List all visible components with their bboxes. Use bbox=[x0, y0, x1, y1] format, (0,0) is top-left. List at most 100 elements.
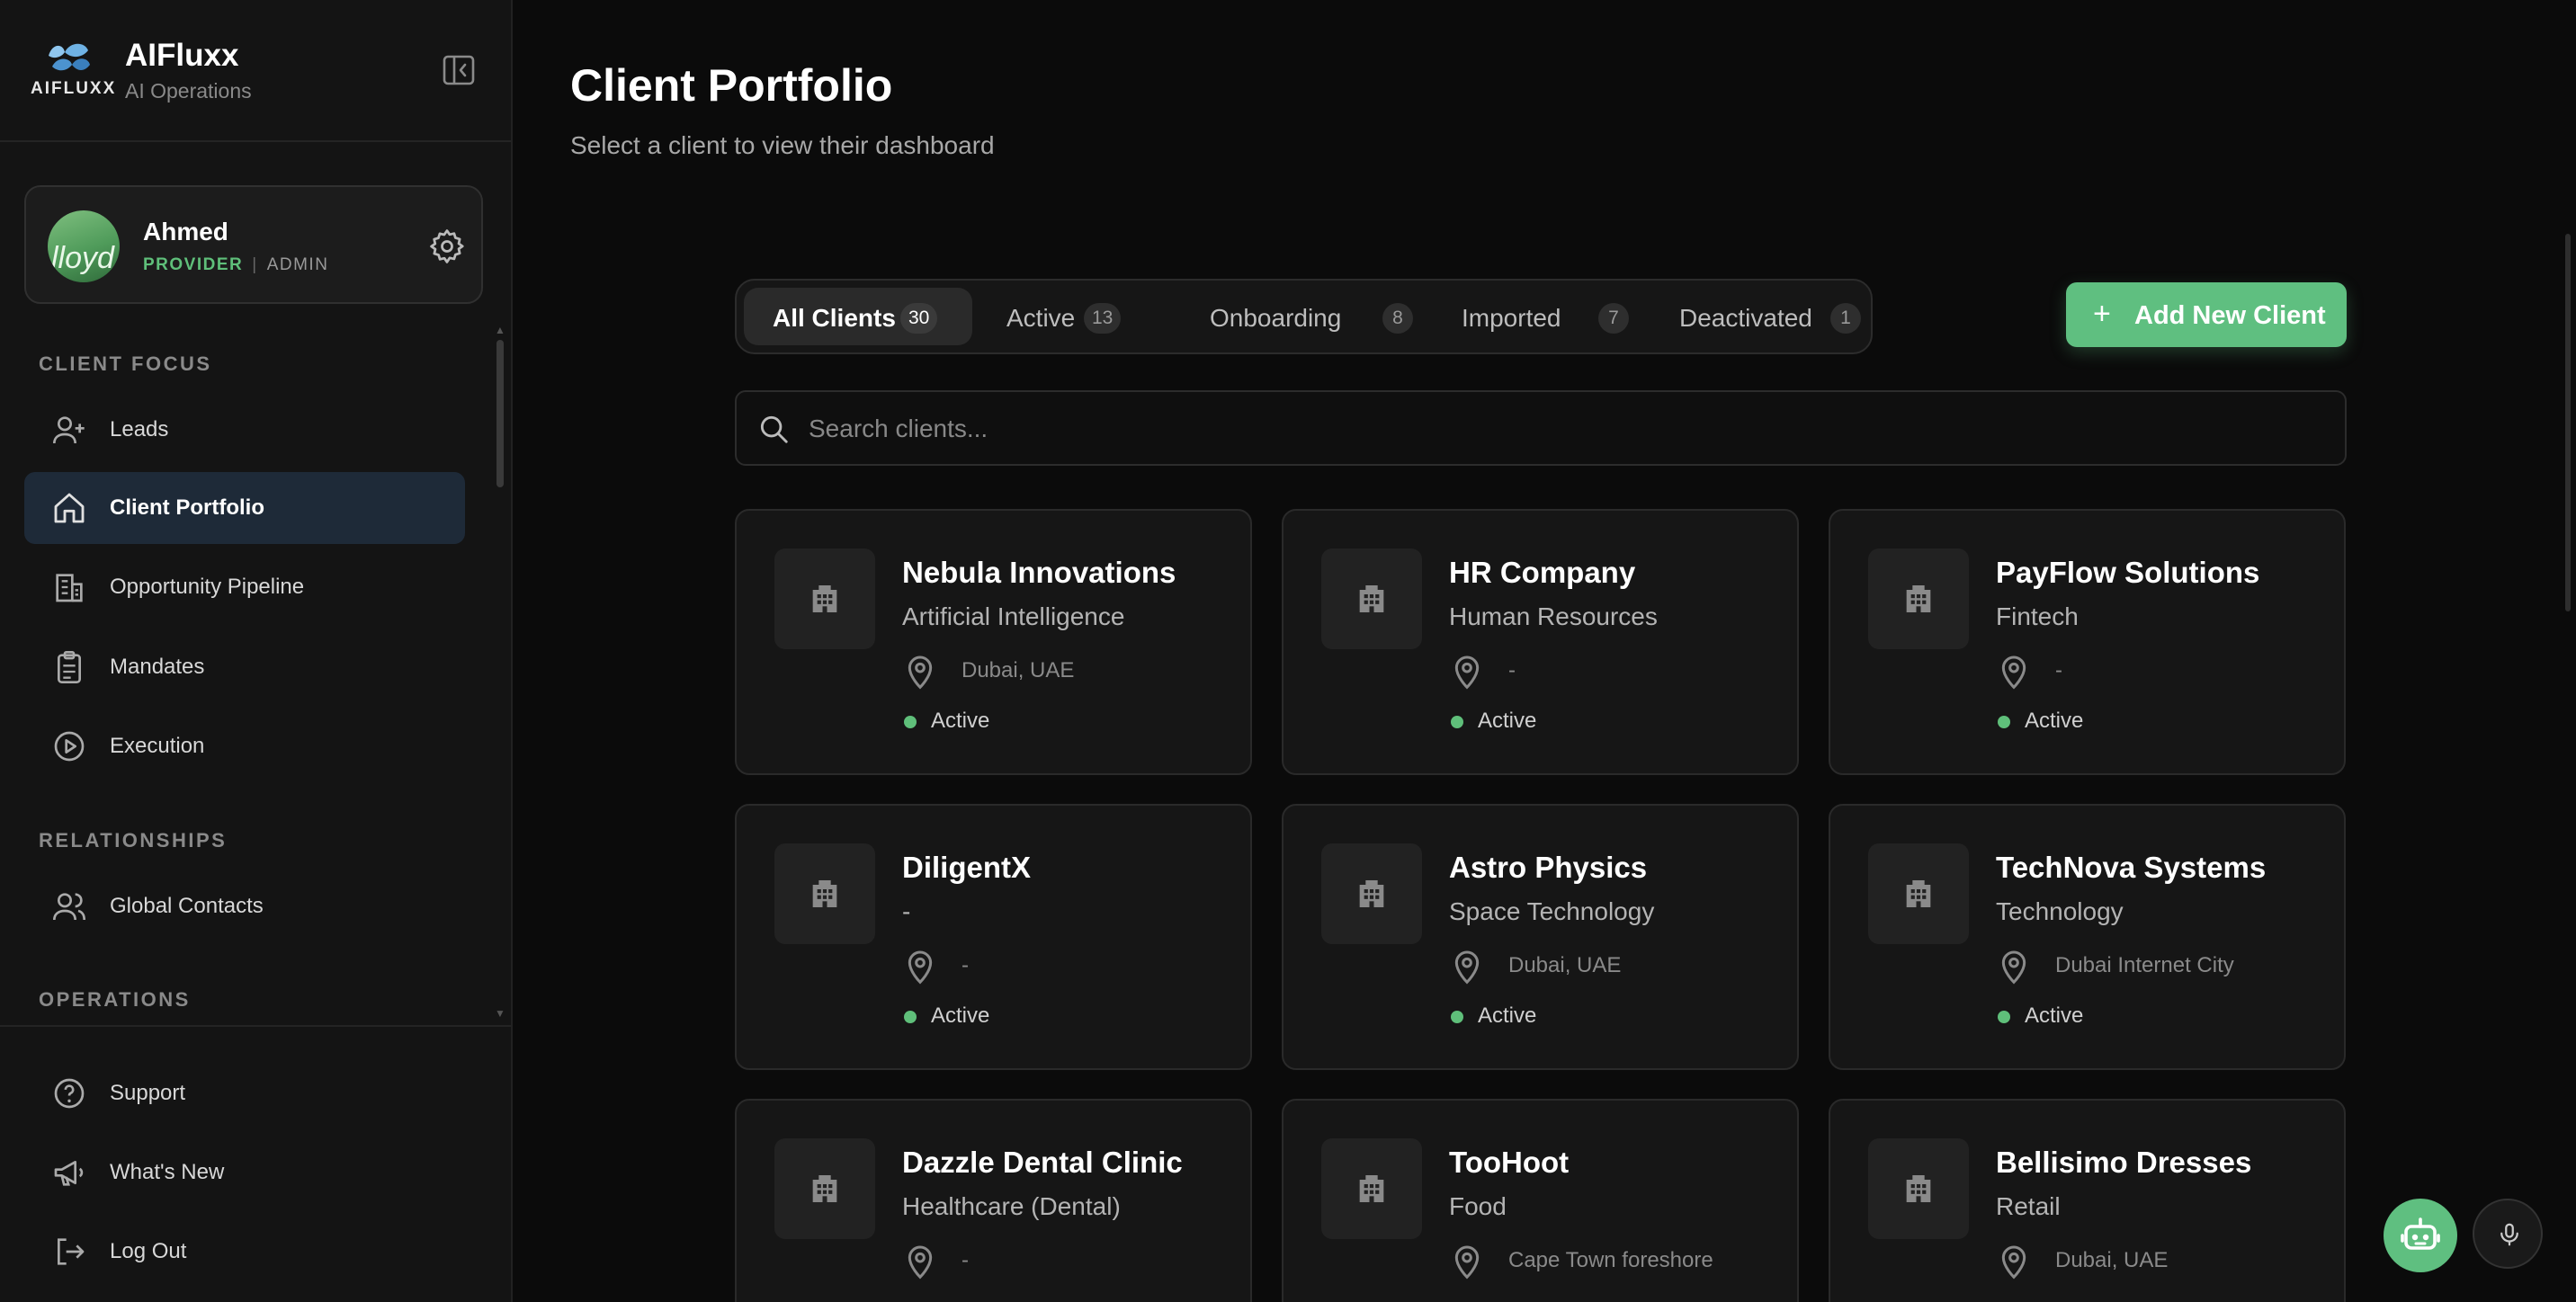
main-scrollbar[interactable] bbox=[2565, 234, 2571, 611]
client-location: Dubai, UAE bbox=[1508, 953, 1622, 977]
sidebar-item-client-portfolio[interactable]: Client Portfolio bbox=[24, 472, 465, 544]
brand-name: AIFluxx bbox=[125, 38, 239, 73]
sidebar-item-execution[interactable]: Execution bbox=[24, 710, 465, 782]
search-input[interactable] bbox=[809, 406, 2320, 451]
client-card[interactable]: TooHoot Food Cape Town foreshore bbox=[1282, 1099, 1799, 1302]
tab-count: 8 bbox=[1382, 303, 1413, 334]
client-name: PayFlow Solutions bbox=[1996, 556, 2260, 589]
sidebar-item-mandates[interactable]: Mandates bbox=[24, 631, 465, 703]
logo-wordmark: AIFLUXX bbox=[31, 79, 117, 98]
building-icon bbox=[1359, 1175, 1384, 1202]
section-relationships: RELATIONSHIPS bbox=[39, 829, 228, 852]
client-industry: Healthcare (Dental) bbox=[902, 1192, 1121, 1220]
status-badge: Active bbox=[931, 1003, 990, 1028]
sidebar-scroll-down[interactable]: ▼ bbox=[495, 1007, 505, 1020]
client-industry: Food bbox=[1449, 1192, 1507, 1220]
status-badge: Active bbox=[931, 709, 990, 733]
tab-count: 13 bbox=[1084, 303, 1122, 334]
tab-label: All Clients bbox=[773, 304, 896, 332]
brand-logo[interactable]: AIFLUXX bbox=[31, 40, 114, 98]
building-icon-tile bbox=[774, 1138, 875, 1239]
building-icon bbox=[812, 1175, 837, 1202]
building-icon-tile bbox=[774, 843, 875, 944]
tab-active[interactable]: Active 13 bbox=[981, 288, 1179, 345]
sidebar-item-label: Client Portfolio bbox=[110, 495, 264, 520]
sidebar-item-log-out[interactable]: Log Out bbox=[24, 1216, 465, 1288]
status-dot bbox=[904, 716, 917, 728]
location-pin-icon bbox=[2001, 655, 2026, 690]
client-location: Dubai, UAE bbox=[962, 658, 1075, 682]
building-icon bbox=[1906, 1175, 1931, 1202]
tab-deactivated[interactable]: Deactivated 1 bbox=[1656, 288, 1868, 345]
add-button-label: Add New Client bbox=[2134, 301, 2326, 330]
tab-onboarding[interactable]: Onboarding 8 bbox=[1186, 288, 1427, 345]
client-card[interactable]: HR Company Human Resources - Active bbox=[1282, 509, 1799, 775]
building-icon-tile bbox=[1321, 1138, 1422, 1239]
client-card[interactable]: Nebula Innovations Artificial Intelligenc… bbox=[735, 509, 1252, 775]
sidebar-item-label: Global Contacts bbox=[110, 894, 264, 918]
ai-assistant-button[interactable] bbox=[2384, 1199, 2457, 1272]
building-icon-tile bbox=[1868, 843, 1969, 944]
sidebar-scrollbar[interactable] bbox=[496, 340, 504, 487]
building-icon-tile bbox=[1868, 1138, 1969, 1239]
search-bar bbox=[735, 390, 2347, 466]
client-location: Dubai, UAE bbox=[2055, 1248, 2169, 1272]
client-card[interactable]: DiligentX - - Active bbox=[735, 804, 1252, 1070]
tab-all-clients[interactable]: All Clients 30 bbox=[744, 288, 972, 345]
client-name: TechNova Systems bbox=[1996, 851, 2267, 884]
building-icon-tile bbox=[774, 548, 875, 649]
client-name: Bellisimo Dresses bbox=[1996, 1146, 2252, 1179]
client-location: - bbox=[962, 1248, 969, 1272]
client-card[interactable]: Bellisimo Dresses Retail Dubai, UAE bbox=[1829, 1099, 2346, 1302]
location-pin-icon bbox=[2001, 950, 2026, 985]
megaphone-icon bbox=[54, 1161, 84, 1186]
status-dot bbox=[1451, 716, 1463, 728]
building-icon bbox=[1359, 880, 1384, 907]
client-name: Dazzle Dental Clinic bbox=[902, 1146, 1183, 1179]
tab-label: Onboarding bbox=[1210, 304, 1342, 332]
role-separator: | bbox=[252, 255, 258, 274]
tab-label: Deactivated bbox=[1679, 304, 1812, 332]
sidebar-collapse-icon bbox=[443, 55, 475, 85]
role-provider: PROVIDER bbox=[143, 255, 244, 274]
client-location: - bbox=[962, 953, 969, 977]
sidebar-scroll-up[interactable]: ▲ bbox=[495, 324, 505, 336]
sidebar-item-label: What's New bbox=[110, 1160, 225, 1184]
collapse-sidebar-button[interactable] bbox=[439, 50, 479, 90]
client-industry: Space Technology bbox=[1449, 897, 1655, 925]
clipboard-icon bbox=[58, 651, 81, 683]
sidebar-item-global-contacts[interactable]: Global Contacts bbox=[24, 870, 465, 942]
tab-imported[interactable]: Imported 7 bbox=[1435, 288, 1650, 345]
status-badge: Active bbox=[2025, 709, 2084, 733]
status-badge: Active bbox=[1478, 709, 1537, 733]
user-plus-icon bbox=[53, 416, 85, 444]
client-card[interactable]: TechNova Systems Technology Dubai Internet… bbox=[1829, 804, 2346, 1070]
building-icon-tile bbox=[1321, 843, 1422, 944]
location-pin-icon bbox=[908, 655, 933, 690]
gear-icon bbox=[430, 229, 464, 263]
settings-button[interactable] bbox=[427, 227, 467, 266]
sidebar-item-label: Opportunity Pipeline bbox=[110, 575, 305, 599]
sidebar-item-opportunity-pipeline[interactable]: Opportunity Pipeline bbox=[24, 551, 465, 623]
add-new-client-button[interactable]: + Add New Client bbox=[2066, 282, 2347, 347]
profile-role: PROVIDER | ADMIN bbox=[143, 255, 328, 275]
user-profile-card[interactable]: lloyd Ahmed PROVIDER | ADMIN bbox=[24, 185, 483, 304]
sidebar-item-support[interactable]: Support bbox=[24, 1057, 465, 1129]
building-icon bbox=[1359, 585, 1384, 612]
client-card[interactable]: Dazzle Dental Clinic Healthcare (Dental) - bbox=[735, 1099, 1252, 1302]
status-badge: Active bbox=[2025, 1003, 2084, 1028]
client-industry: Fintech bbox=[1996, 602, 2079, 630]
avatar-text: lloyd bbox=[51, 241, 114, 275]
client-card[interactable]: PayFlow Solutions Fintech - Active bbox=[1829, 509, 2346, 775]
client-industry: Artificial Intelligence bbox=[902, 602, 1125, 630]
sidebar-item-whats-new[interactable]: What's New bbox=[24, 1137, 465, 1208]
client-card[interactable]: Astro Physics Space Technology Dubai, UAE A… bbox=[1282, 804, 1799, 1070]
sidebar-item-label: Leads bbox=[110, 417, 169, 441]
play-circle-icon bbox=[54, 731, 85, 762]
status-dot bbox=[1998, 1011, 2010, 1023]
sidebar-item-leads[interactable]: Leads bbox=[24, 394, 465, 466]
voice-input-button[interactable] bbox=[2473, 1199, 2543, 1269]
client-location: - bbox=[1508, 658, 1516, 682]
client-name: Astro Physics bbox=[1449, 851, 1648, 884]
tab-count: 30 bbox=[900, 303, 938, 334]
